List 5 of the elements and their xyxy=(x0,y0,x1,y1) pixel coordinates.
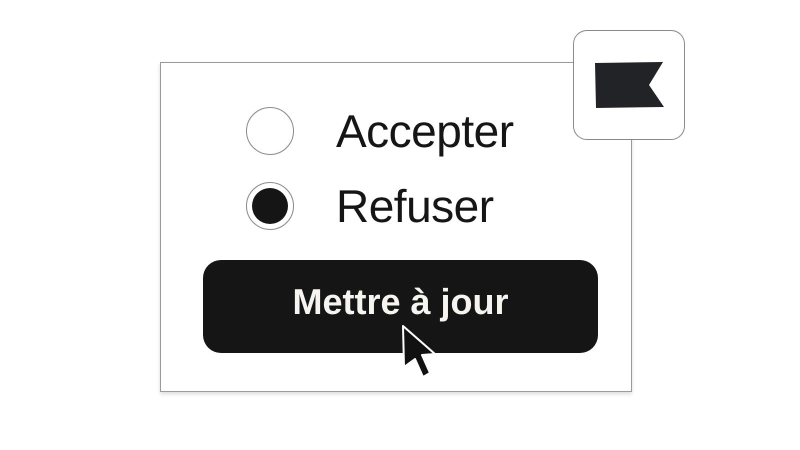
radio-button[interactable] xyxy=(246,107,294,155)
flag-icon xyxy=(593,61,665,109)
radio-button[interactable] xyxy=(246,182,294,230)
option-label: Refuser xyxy=(336,179,494,233)
option-label: Accepter xyxy=(336,104,514,158)
